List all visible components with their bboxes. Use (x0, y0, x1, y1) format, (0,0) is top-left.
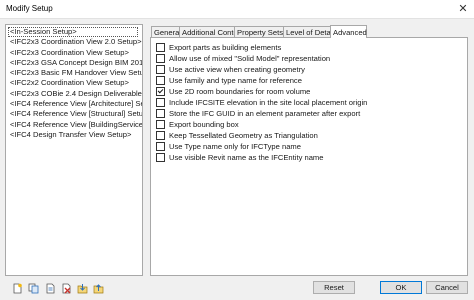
duplicate-setup-icon[interactable] (28, 283, 39, 294)
option-export-parts[interactable]: Export parts as building elements (156, 43, 281, 52)
cancel-button[interactable]: Cancel (426, 281, 468, 294)
reset-button[interactable]: Reset (313, 281, 355, 294)
option-use-active-view[interactable]: Use active view when creating geometry (156, 65, 305, 74)
setup-list-item[interactable]: <IFC4 Reference View [BuildingService] S… (8, 120, 142, 130)
ok-button[interactable]: OK (380, 281, 422, 294)
setup-list[interactable]: <In-Session Setup> <IFC2x3 Coordination … (5, 24, 143, 276)
checkbox[interactable] (156, 120, 165, 129)
option-label: Export parts as building elements (169, 43, 282, 52)
checkbox[interactable] (156, 131, 165, 140)
checkbox[interactable] (156, 76, 165, 85)
option-label: Keep Tessellated Geometry as Triangulati… (169, 131, 318, 140)
checkbox[interactable] (156, 87, 165, 96)
option-label: Use Type name only for IFCType name (169, 142, 301, 151)
setup-list-item[interactable]: <IFC2x3 Coordination View 2.0 Setup> (8, 37, 142, 47)
option-label: Use active view when creating geometry (169, 65, 305, 74)
option-2d-room-boundaries[interactable]: Use 2D room boundaries for room volume (156, 87, 310, 96)
option-label: Include IFCSITE elevation in the site lo… (169, 98, 368, 107)
option-label: Use 2D room boundaries for room volume (169, 87, 311, 96)
option-store-ifc-guid[interactable]: Store the IFC GUID in an element paramet… (156, 109, 360, 118)
setup-list-item[interactable]: <IFC4 Reference View [Architecture] Setu… (8, 99, 142, 109)
advanced-tab-panel: Export parts as building elements Allow … (150, 37, 468, 276)
setup-list-item[interactable]: <IFC2x3 GSA Concept Design BIM 2010 Setu… (8, 58, 142, 68)
option-label: Use visible Revit name as the IFCEntity … (169, 153, 324, 162)
option-ifcsite-elevation[interactable]: Include IFCSITE elevation in the site lo… (156, 98, 367, 107)
checkbox[interactable] (156, 98, 165, 107)
tab-advanced[interactable]: Advanced (330, 25, 367, 38)
setup-list-item[interactable]: <IFC2x3 Basic FM Handover View Setup> (8, 68, 142, 78)
option-label: Use family and type name for reference (169, 76, 302, 85)
setup-list-item[interactable]: <IFC2x3 Coordination View Setup> (8, 48, 142, 58)
option-mixed-solid-model[interactable]: Allow use of mixed "Solid Model" represe… (156, 54, 330, 63)
option-export-bounding-box[interactable]: Export bounding box (156, 120, 239, 129)
setup-list-item[interactable]: <In-Session Setup> (8, 27, 138, 38)
title-bar: Modify Setup ✕ (0, 0, 474, 19)
setup-list-item[interactable]: <IFC4 Reference View [Structural] Setup> (8, 109, 142, 119)
export-setup-icon[interactable] (93, 283, 104, 294)
option-family-type-name[interactable]: Use family and type name for reference (156, 76, 302, 85)
option-label: Store the IFC GUID in an element paramet… (169, 109, 361, 118)
close-icon[interactable]: ✕ (456, 2, 470, 16)
window-title: Modify Setup (6, 4, 53, 13)
option-tessellated-geometry[interactable]: Keep Tessellated Geometry as Triangulati… (156, 131, 318, 140)
tab-level-of-detail[interactable]: Level of Detail (283, 26, 334, 37)
tab-general[interactable]: General (151, 26, 181, 37)
new-setup-icon[interactable] (12, 283, 23, 294)
tab-additional-content[interactable]: Additional Content (179, 26, 244, 37)
checkbox[interactable] (156, 109, 165, 118)
rename-setup-icon[interactable] (45, 283, 56, 294)
option-label: Allow use of mixed "Solid Model" represe… (169, 54, 331, 63)
import-setup-icon[interactable] (77, 283, 88, 294)
tab-property-sets[interactable]: Property Sets (234, 26, 284, 37)
checkbox[interactable] (156, 43, 165, 52)
option-visible-revit-name[interactable]: Use visible Revit name as the IFCEntity … (156, 153, 323, 162)
checkbox[interactable] (156, 153, 165, 162)
delete-setup-icon[interactable] (61, 283, 72, 294)
checkbox[interactable] (156, 142, 165, 151)
checkbox[interactable] (156, 65, 165, 74)
checkbox[interactable] (156, 54, 165, 63)
setup-list-item[interactable]: <IFC2x2 Coordination View Setup> (8, 78, 142, 88)
option-type-name-only[interactable]: Use Type name only for IFCType name (156, 142, 301, 151)
option-label: Export bounding box (169, 120, 239, 129)
setup-list-item[interactable]: <IFC4 Design Transfer View Setup> (8, 130, 142, 140)
setup-list-item[interactable]: <IFC2x3 COBie 2.4 Design Deliverable Set… (8, 89, 142, 99)
